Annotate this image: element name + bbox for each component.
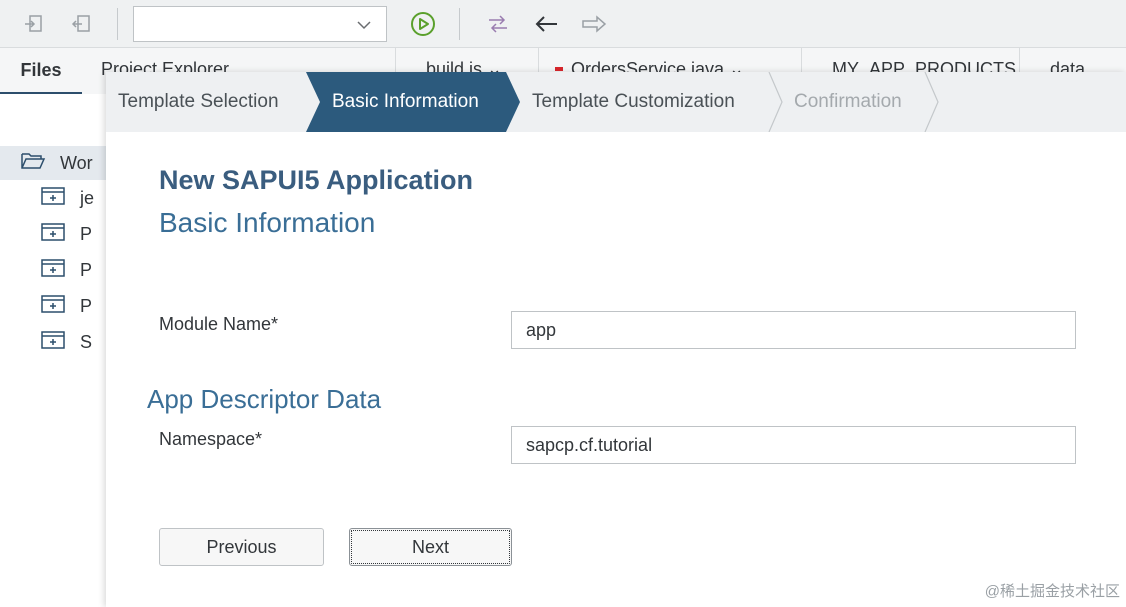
- toolbar-separator: [117, 8, 118, 40]
- git-compare-icon[interactable]: [484, 10, 512, 38]
- import-icon[interactable]: [20, 10, 48, 38]
- toolbar-separator: [459, 8, 460, 40]
- new-app-wizard-dialog: Template Selection Basic Information Tem…: [106, 72, 1126, 607]
- tree-item[interactable]: je: [40, 186, 94, 211]
- modified-indicator-icon: [555, 67, 563, 71]
- step-heading: Basic Information: [159, 207, 376, 238]
- tree-item-label: P: [80, 296, 93, 316]
- tree-root[interactable]: Wor: [0, 146, 106, 180]
- run-config-combo[interactable]: [133, 6, 387, 42]
- tab-files[interactable]: Files: [0, 48, 82, 94]
- wizard-step-basic-information[interactable]: Basic Information: [332, 72, 479, 132]
- tree-item-label: P: [80, 224, 93, 244]
- tree-item[interactable]: P: [40, 222, 92, 247]
- module-name-input[interactable]: [511, 311, 1076, 349]
- project-folder-icon: [40, 222, 80, 247]
- step-separator-icon: [924, 72, 939, 132]
- project-folder-icon: [40, 186, 80, 211]
- app-descriptor-section-heading: App Descriptor Data: [147, 384, 382, 414]
- tree-item-label: S: [80, 332, 93, 352]
- project-folder-icon: [40, 294, 80, 319]
- chevron-down-icon: [356, 18, 372, 36]
- project-folder-icon: [40, 258, 80, 283]
- folder-open-icon: [20, 151, 60, 176]
- tree-item[interactable]: S: [40, 330, 92, 355]
- wizard-step-template-selection[interactable]: Template Selection: [118, 72, 279, 132]
- project-folder-icon: [40, 330, 80, 355]
- dialog-title: New SAPUI5 Application: [159, 165, 474, 195]
- wizard-roadmap: Template Selection Basic Information Tem…: [106, 72, 1126, 132]
- watermark: @稀土掘金技术社区: [984, 583, 1120, 600]
- run-icon[interactable]: [409, 10, 437, 38]
- back-arrow-icon[interactable]: [532, 10, 560, 38]
- step-separator-icon: [768, 72, 783, 132]
- tree-item-label: P: [80, 260, 93, 280]
- ide-toolbar: [0, 0, 1126, 48]
- namespace-input[interactable]: [511, 426, 1076, 464]
- export-icon[interactable]: [68, 10, 96, 38]
- tree-root-label: Wor: [60, 153, 93, 173]
- wizard-step-template-customization[interactable]: Template Customization: [532, 72, 735, 132]
- wizard-step-confirmation: Confirmation: [794, 91, 902, 112]
- next-button[interactable]: Next: [349, 528, 512, 566]
- previous-button[interactable]: Previous: [159, 528, 324, 566]
- tree-item-label: je: [80, 188, 95, 208]
- module-name-label: Module Name*: [159, 314, 279, 334]
- tree-item[interactable]: P: [40, 258, 92, 283]
- forward-arrow-icon[interactable]: [580, 10, 608, 38]
- namespace-label: Namespace*: [159, 429, 263, 449]
- tree-item[interactable]: P: [40, 294, 92, 319]
